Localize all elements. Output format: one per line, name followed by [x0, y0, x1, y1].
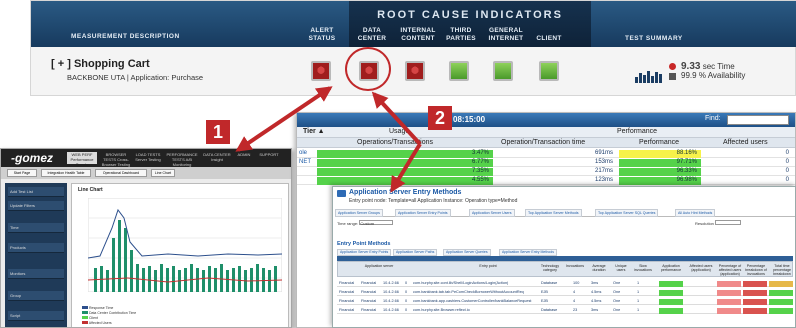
sidebar-item-time[interactable]: Time	[8, 223, 64, 233]
gomez-chart-panel: Line Chart Response Time Data Center Con…	[71, 183, 289, 327]
usage-group-header: Usage	[389, 128, 410, 135]
measurement-name[interactable]: Shopping Cart	[74, 58, 150, 70]
gomez-tab[interactable]: LOAD TESTS Server Testing	[135, 152, 161, 164]
callout-2: 2	[428, 106, 452, 130]
asem-tabs: Application Server Groups Application Se…	[335, 209, 795, 217]
integration-health-button[interactable]: Integration Health Table	[41, 169, 91, 177]
tab-app-server-users[interactable]: Application Server Users	[469, 209, 515, 217]
app-server-entry-methods-window: Application Server Entry Methods Entry p…	[332, 186, 796, 328]
window-icon	[337, 190, 346, 197]
tab-server-queries[interactable]: Application Server Queries	[443, 249, 491, 256]
table-row[interactable]: 7.35% 217ms 96.33% 0	[297, 168, 795, 176]
add-test-list-button[interactable]: Add Test List	[8, 187, 64, 197]
tab-entry-methods[interactable]: Application Server Entry Methods	[499, 249, 557, 256]
table-row[interactable]: Financial Financial 10.4.2.66 0 com.hurp…	[337, 279, 793, 287]
internal-content-header[interactable]: INTERNAL CONTENT	[395, 27, 441, 43]
table-row[interactable]: ole 3.47% 691ms 88.16% 0	[297, 150, 795, 158]
time-status-dot	[669, 63, 676, 70]
performance-group-header: Performance	[617, 128, 658, 135]
operation-time-column-header[interactable]: Operation/Transaction time	[501, 139, 585, 146]
gomez-sidebar: Add Test List Update Filters Time Produc…	[5, 183, 67, 327]
measurement-row[interactable]: [ + ] Shopping Cart	[51, 58, 150, 70]
sidebar-item-monitors[interactable]: Monitors	[8, 269, 64, 279]
table-row[interactable]: Financial Financial 10.4.2.66 0 com.bank…	[337, 288, 793, 296]
gomez-tab[interactable]: WEB PERF Performance Trends	[67, 152, 97, 167]
asem-subtitle: Entry point node: Template=all Applicati…	[349, 198, 518, 204]
find-input[interactable]	[727, 115, 789, 125]
data-center-header[interactable]: DATA CENTER	[349, 27, 395, 43]
entry-point-methods-title: Entry Point Methods	[337, 241, 391, 247]
measurement-description-header: MEASUREMENT DESCRIPTION	[71, 33, 180, 40]
resolution-control[interactable]: Resolution	[695, 220, 742, 226]
availability-summary: 99.9 % Availability	[681, 71, 746, 80]
gomez-screenshot: -gomez WEB PERF Performance Trends BROWS…	[0, 148, 292, 328]
general-internet-indicator[interactable]	[493, 61, 513, 81]
operations-column-header[interactable]: Operations/Transactions	[357, 139, 433, 146]
client-indicator[interactable]	[539, 61, 559, 81]
table-header-columns: Operations/Transactions Operation/Transa…	[297, 138, 795, 148]
highlight-circle	[345, 47, 391, 91]
asem-title: Application Server Entry Methods	[349, 189, 462, 196]
gomez-tab[interactable]: SUPPORT	[257, 152, 281, 164]
sparkline-icon[interactable]	[635, 65, 665, 83]
measurement-subtitle: BACKBONE UTA | Application: Purchase	[67, 73, 204, 82]
gomez-legend: Response Time Data Center Contribution T…	[82, 306, 136, 326]
tab-app-server-groups[interactable]: Application Server Groups	[335, 209, 383, 217]
tier-column-header[interactable]: Tier ▲	[303, 128, 325, 135]
client-header[interactable]: CLIENT	[529, 35, 569, 43]
sidebar-item-products[interactable]: Products	[8, 243, 64, 253]
table-header-group: Tier ▲ Usage Performance	[297, 127, 795, 138]
tab-entry-points[interactable]: Application Server Entry Points	[337, 249, 392, 256]
gomez-logo[interactable]: -gomez	[11, 151, 53, 165]
gomez-tab[interactable]: ADMIN	[235, 152, 253, 164]
gomez-tab[interactable]: PERFORMANCE TESTS A/B Monitoring	[165, 152, 199, 167]
availability-status-box	[669, 73, 676, 80]
start-page-button[interactable]: Start Page	[7, 169, 37, 177]
table-row[interactable]: Financial Financial 10.4.2.66 0 com.hurp…	[337, 306, 793, 314]
gomez-chart-title: Line Chart	[78, 187, 103, 193]
test-summary-header: TEST SUMMARY	[625, 35, 683, 42]
entry-methods-table-header: Application server Entry point Technolog…	[337, 261, 793, 277]
tab-app-server-entry-points[interactable]: Application Server Entry Points	[395, 209, 451, 217]
table-row[interactable]: NET 6.77% 153ms 97.71% 0	[297, 159, 795, 167]
general-internet-header[interactable]: GENERAL INTERNET	[481, 27, 531, 43]
sidebar-item-script[interactable]: Script	[8, 311, 64, 321]
gomez-tab[interactable]: DATA CENTER Insight	[203, 152, 231, 164]
tab-all-auto-hint[interactable]: All Auto Hint Methods	[675, 209, 716, 217]
third-parties-header[interactable]: THIRD PARTIES	[439, 27, 483, 43]
gomez-tab[interactable]: BROWSER TESTS Cross-Browser Testing	[101, 152, 131, 167]
rci-title: ROOT CAUSE INDICATORS	[377, 9, 563, 21]
table-row[interactable]: 4.55% 123ms 96.98% 0	[297, 177, 795, 185]
alert-status-header: ALERT STATUS	[308, 27, 336, 42]
performance-column-header[interactable]: Performance	[639, 139, 679, 146]
performance-titlebar	[297, 113, 795, 127]
table-row[interactable]: Financial Financial 10.4.2.66 0 com.bank…	[337, 297, 793, 305]
callout-1: 1	[206, 120, 230, 144]
affected-users-column-header[interactable]: Affected users	[723, 139, 768, 146]
line-chart-button[interactable]: Line Chart	[151, 169, 175, 177]
third-parties-indicator[interactable]	[449, 61, 469, 81]
alert-status-indicator[interactable]	[311, 61, 331, 81]
expand-toggle[interactable]: [ + ]	[51, 58, 71, 70]
tab-top-app-server-methods[interactable]: Top Application Server Methods	[525, 209, 582, 217]
root-cause-panel: ROOT CAUSE INDICATORS MEASUREMENT DESCRI…	[30, 0, 796, 96]
tab-top-app-server-sql[interactable]: Top Application Server SQL Queries	[595, 209, 659, 217]
update-filters-button[interactable]: Update Filters	[8, 201, 64, 211]
tab-server-paths[interactable]: Application Server Paths	[393, 249, 438, 256]
sidebar-item-group[interactable]: Group	[8, 291, 64, 301]
gomez-line-chart[interactable]	[88, 198, 282, 292]
internal-content-indicator[interactable]	[405, 61, 425, 81]
find-label: Find:	[705, 115, 721, 122]
operational-dashboard-button[interactable]: Operational Dashboard	[95, 169, 147, 177]
time-range[interactable]: Time range: Custom	[337, 220, 394, 226]
performance-time: 08:15:00	[453, 115, 486, 124]
